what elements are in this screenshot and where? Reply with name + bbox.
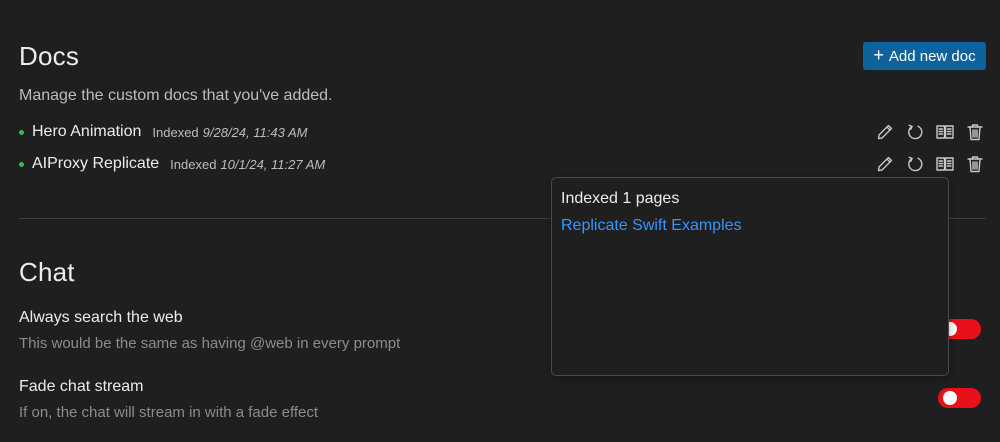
status-dot (19, 161, 24, 167)
status-dot (19, 129, 24, 135)
docs-description: Manage the custom docs that you've added… (19, 87, 333, 104)
doc-row: AIProxy Replicate Indexed 10/1/24, 11:27… (19, 152, 986, 176)
refresh-icon[interactable] (904, 153, 926, 175)
add-new-doc-button[interactable]: + Add new doc (863, 42, 986, 70)
book-icon[interactable] (934, 121, 956, 143)
docs-section-title: Docs (19, 41, 80, 71)
edit-icon[interactable] (874, 153, 896, 175)
fade-chat-stream-toggle[interactable] (938, 388, 981, 408)
doc-actions (874, 152, 986, 176)
doc-row: Hero Animation Indexed 9/28/24, 11:43 AM (19, 120, 986, 144)
doc-date: 9/28/24, 11:43 AM (202, 124, 308, 140)
doc-name: Hero Animation (32, 123, 142, 140)
doc-status: Indexed (152, 124, 199, 140)
indexed-pages-popup: Indexed 1 pages Replicate Swift Examples (551, 177, 949, 376)
doc-name: AIProxy Replicate (32, 155, 160, 172)
doc-status: Indexed (170, 156, 217, 172)
doc-actions (874, 120, 986, 144)
doc-date: 10/1/24, 11:27 AM (220, 156, 326, 172)
trash-icon[interactable] (964, 153, 986, 175)
indexed-page-link[interactable]: Replicate Swift Examples (561, 217, 742, 235)
add-new-doc-label: Add new doc (888, 47, 976, 65)
toggle-knob (943, 391, 957, 405)
popup-title: Indexed 1 pages (561, 190, 680, 207)
refresh-icon[interactable] (904, 121, 926, 143)
chat-section-title: Chat (19, 257, 75, 287)
setting-label-fade-chat-stream: Fade chat stream (19, 378, 144, 395)
book-icon[interactable] (934, 153, 956, 175)
trash-icon[interactable] (964, 121, 986, 143)
edit-icon[interactable] (874, 121, 896, 143)
setting-description-fade-chat-stream: If on, the chat will stream in with a fa… (19, 404, 319, 421)
plus-icon: + (873, 45, 884, 65)
setting-label-always-search-web: Always search the web (19, 309, 183, 326)
setting-description-always-search-web: This would be the same as having @web in… (19, 335, 401, 352)
